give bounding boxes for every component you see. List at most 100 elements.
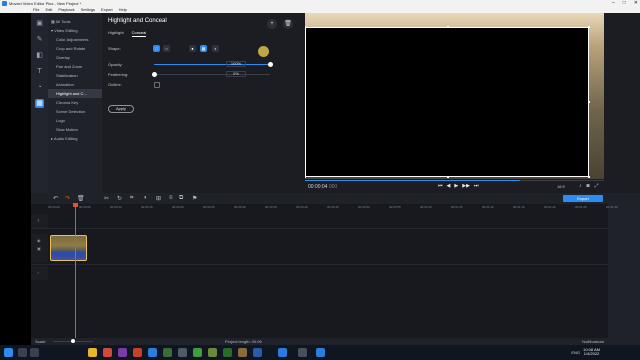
- video-preview[interactable]: [305, 13, 604, 179]
- region-handle-bm[interactable]: [447, 176, 449, 178]
- file-explorer-icon[interactable]: [88, 348, 97, 357]
- step-forward-icon[interactable]: ▶▶: [462, 183, 470, 189]
- step-back-icon[interactable]: ◀: [447, 183, 451, 189]
- notifications-button[interactable]: Notifications: [582, 338, 604, 345]
- movavi-taskbar-icon[interactable]: [316, 348, 325, 357]
- close-button[interactable]: ✕: [634, 0, 638, 7]
- timeline-ruler[interactable]: 00:00:00 00:00:05 00:00:10 00:00:15 00:00:20…: [48, 204, 618, 210]
- tool-overlay[interactable]: Overlay: [48, 53, 102, 62]
- filters-icon[interactable]: ✎: [35, 35, 44, 44]
- feathering-value[interactable]: 0%: [226, 71, 246, 77]
- app-icon-5[interactable]: [208, 348, 217, 357]
- tool-pan-zoom[interactable]: Pan and Zoom: [48, 62, 102, 71]
- color-icon[interactable]: ◑: [143, 195, 147, 201]
- flag-icon[interactable]: ⚑: [192, 195, 197, 202]
- tool-chroma-key[interactable]: Chroma Key: [48, 98, 102, 107]
- ellipse-shape-icon[interactable]: ○: [163, 45, 170, 52]
- add-icon[interactable]: +: [267, 19, 277, 29]
- opacity-slider[interactable]: [154, 62, 273, 67]
- maximize-button[interactable]: □: [623, 0, 626, 7]
- task-view-icon[interactable]: [30, 348, 39, 357]
- scale-slider-handle[interactable]: [71, 339, 75, 343]
- marker-icon[interactable]: ≡: [169, 195, 173, 201]
- skip-forward-icon[interactable]: ⏭: [474, 183, 479, 189]
- playback-progress[interactable]: [305, 180, 604, 181]
- category-audio-editing[interactable]: ▸ Audio Editing: [48, 134, 102, 143]
- title-track-icon[interactable]: T: [37, 218, 39, 223]
- fullscreen-icon[interactable]: ⤢: [595, 183, 599, 189]
- region-handle-bl[interactable]: [305, 176, 306, 178]
- vscode-icon[interactable]: [278, 348, 287, 357]
- snapshot-icon[interactable]: ◙: [587, 183, 590, 189]
- system-clock[interactable]: 10:08 AM 1/4/2022: [583, 348, 600, 356]
- app-icon-2[interactable]: [133, 348, 142, 357]
- rotate-icon[interactable]: ↻: [117, 195, 122, 202]
- cut-icon[interactable]: ✂: [104, 195, 109, 202]
- region-handle-ml[interactable]: [305, 101, 306, 103]
- region-handle-mr[interactable]: [588, 101, 590, 103]
- volume-icon[interactable]: ♪: [579, 183, 582, 189]
- region-handle-br[interactable]: [588, 176, 590, 178]
- aspect-ratio-select[interactable]: 16:9: [557, 184, 565, 189]
- audio-track-icon[interactable]: ♪: [37, 270, 39, 275]
- undo-icon[interactable]: ↶: [53, 195, 58, 202]
- start-icon[interactable]: [4, 348, 13, 357]
- feathering-slider[interactable]: [152, 72, 270, 77]
- play-icon[interactable]: ▶: [454, 183, 458, 189]
- export-button[interactable]: Export: [563, 195, 603, 202]
- delete-icon-timeline[interactable]: 🗑: [77, 195, 85, 202]
- playhead-handle[interactable]: [73, 203, 78, 207]
- app-icon-1[interactable]: [118, 348, 127, 357]
- region-handle-tm[interactable]: [447, 26, 449, 28]
- tool-logo[interactable]: Logo: [48, 116, 102, 125]
- eye-icon[interactable]: ◉: [37, 238, 41, 243]
- crop-icon[interactable]: ⌗: [130, 195, 133, 202]
- timeline[interactable]: 00:00:00 00:00:05 00:00:10 00:00:15 00:00:20…: [31, 204, 618, 338]
- edge-icon[interactable]: [148, 348, 157, 357]
- video-clip[interactable]: [50, 235, 87, 261]
- transition-icon[interactable]: ⧉: [179, 195, 183, 202]
- timeline-playhead[interactable]: [73, 203, 78, 338]
- import-icon[interactable]: ▣: [35, 19, 44, 28]
- tool-scene-detection[interactable]: Scene Detection: [48, 107, 102, 116]
- region-handle-tl[interactable]: [305, 26, 306, 28]
- app-icon-3[interactable]: [178, 348, 187, 357]
- tool-highlight-conceal[interactable]: Highlight and C...: [48, 89, 102, 98]
- minecraft-icon[interactable]: [163, 348, 172, 357]
- chrome-icon[interactable]: [103, 348, 112, 357]
- minimize-button[interactable]: –: [612, 0, 615, 7]
- rectangle-shape-icon[interactable]: □: [153, 45, 160, 52]
- opacity-slider-handle[interactable]: [268, 62, 273, 67]
- tray-language[interactable]: ENG: [571, 350, 580, 355]
- category-all-tools[interactable]: ▦ All Tools: [48, 17, 102, 26]
- delete-icon[interactable]: 🗑: [283, 19, 293, 29]
- mosaic-mode-icon[interactable]: ▦: [200, 45, 207, 52]
- transitions-icon[interactable]: ◧: [35, 51, 44, 60]
- app-icon-9[interactable]: [298, 348, 307, 357]
- tool-color-adjustments[interactable]: Color Adjustments: [48, 35, 102, 44]
- app-icon-7[interactable]: [238, 348, 247, 357]
- solid-mode-icon[interactable]: ◐: [212, 45, 219, 52]
- video-track-lock-icon[interactable]: ▣: [37, 246, 41, 251]
- tool-crop-rotate[interactable]: Crop and Rotate: [48, 44, 102, 53]
- tool-animation[interactable]: Animation: [48, 80, 102, 89]
- app-icon-6[interactable]: [223, 348, 232, 357]
- apply-button[interactable]: Apply: [108, 105, 134, 113]
- insert-icon[interactable]: ⊞: [156, 195, 161, 202]
- app-icon-8[interactable]: [253, 348, 262, 357]
- tool-stabilization[interactable]: Stabilization: [48, 71, 102, 80]
- tab-conceal[interactable]: Conceal: [131, 30, 147, 37]
- category-video-editing[interactable]: ▾ Video Editing: [48, 26, 102, 35]
- opacity-value[interactable]: 100%: [226, 61, 246, 67]
- search-icon[interactable]: [18, 348, 27, 357]
- redo-icon[interactable]: ↷: [65, 195, 70, 202]
- app-icon-4[interactable]: [193, 348, 202, 357]
- tool-slow-motion[interactable]: Slow Motion: [48, 125, 102, 134]
- stickers-icon[interactable]: ◔: [35, 83, 44, 92]
- outline-checkbox[interactable]: [154, 82, 160, 88]
- skip-back-icon[interactable]: ⏮: [438, 183, 443, 189]
- region-handle-tr[interactable]: [588, 26, 590, 28]
- feathering-slider-handle[interactable]: [152, 72, 157, 77]
- conceal-region[interactable]: [305, 27, 589, 177]
- tab-highlight[interactable]: Highlight: [108, 30, 124, 37]
